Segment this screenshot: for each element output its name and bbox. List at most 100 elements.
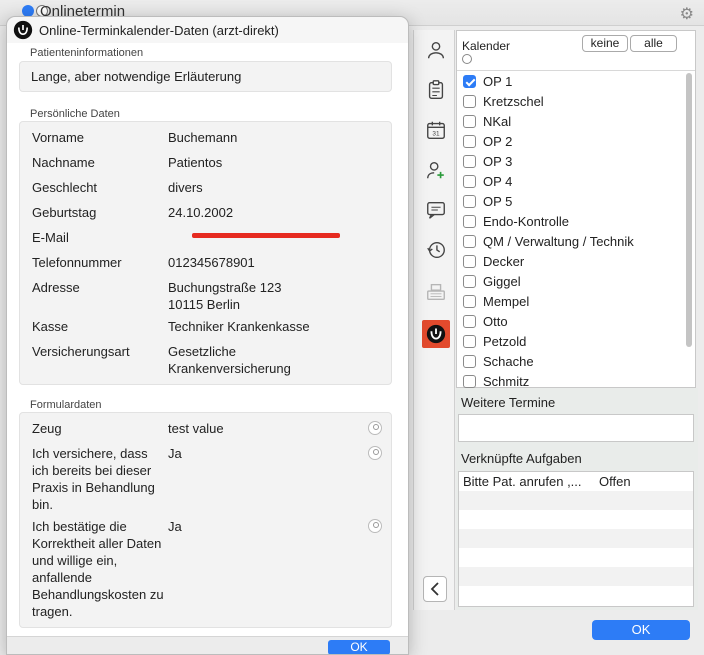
table-row[interactable]: Bitte Pat. anrufen ,... Offen: [459, 472, 693, 491]
form-data-label: Formulardaten: [30, 399, 102, 411]
gear-icon[interactable]: ⚙: [680, 4, 694, 24]
calendar-checkbox[interactable]: [463, 154, 476, 168]
calendar-checkbox[interactable]: [463, 334, 476, 348]
calendar-checkbox[interactable]: [463, 74, 476, 88]
calendar-item[interactable]: Decker: [457, 251, 685, 271]
verknuepfte-aufgaben-table[interactable]: Bitte Pat. anrufen ,... Offen: [458, 471, 694, 607]
calendar-checkbox[interactable]: [463, 214, 476, 228]
calendar-item[interactable]: Mempel: [457, 291, 685, 311]
field-value: Patientos: [168, 154, 348, 171]
calendar-checkbox[interactable]: [463, 114, 476, 128]
field-label: Geburtstag: [32, 205, 97, 220]
calendar-checkbox[interactable]: [463, 314, 476, 328]
calendar-item[interactable]: Petzold: [457, 331, 685, 351]
table-row[interactable]: [459, 491, 693, 510]
dialog-footer: OK: [7, 636, 408, 654]
dialog-body: Patienteninformationen Lange, aber notwe…: [7, 43, 408, 636]
calendar-item[interactable]: OP 2: [457, 131, 685, 151]
calendar-item[interactable]: OP 5: [457, 191, 685, 211]
verknuepfte-aufgaben-label: Verknüpfte Aufgaben: [461, 451, 582, 466]
field-value: Ja: [168, 519, 182, 534]
personal-data-box: Vorname Buchemann Nachname Patientos Geschle…: [19, 121, 392, 385]
field-value: Gesetzliche Krankenversicherung: [168, 343, 348, 377]
field-label-line: Ich bestätige die: [32, 519, 127, 534]
chevron-left-icon: [430, 582, 439, 596]
calendar-checkbox[interactable]: [463, 94, 476, 108]
field-value-line: Buchungstraße 123: [168, 280, 282, 295]
calendar-item-label: OP 5: [483, 193, 513, 209]
field-label-line: anfallende: [32, 570, 92, 585]
field-label: Geschlecht: [32, 180, 98, 195]
calendar-item[interactable]: Otto: [457, 311, 685, 331]
table-row[interactable]: [459, 548, 693, 567]
weitere-termine-list[interactable]: [458, 414, 694, 442]
calendar-checkbox[interactable]: [463, 174, 476, 188]
calendar-checkbox[interactable]: [463, 374, 476, 388]
field-label: Telefonnummer: [32, 255, 122, 270]
calendar-scrollbar[interactable]: [686, 73, 692, 347]
calendar-item[interactable]: QM / Verwaltung / Technik: [457, 231, 685, 251]
calendar-item[interactable]: Giggel: [457, 271, 685, 291]
add-patient-button[interactable]: [422, 156, 450, 184]
arzt-direkt-button[interactable]: [422, 320, 450, 348]
field-label-line: Ich versichere, dass: [32, 446, 148, 461]
svg-text:31: 31: [432, 131, 440, 138]
field-label: Kasse: [32, 319, 69, 334]
table-row[interactable]: [459, 567, 693, 586]
calendar-item[interactable]: Schache: [457, 351, 685, 371]
field-label: Zeug: [32, 421, 62, 436]
select-all-button[interactable]: alle: [630, 35, 677, 52]
history-icon: [427, 241, 445, 259]
dialog-ok-button[interactable]: OK: [328, 640, 390, 654]
table-row[interactable]: [459, 529, 693, 548]
clipboard-icon: [428, 80, 444, 99]
cash-register-button[interactable]: [422, 278, 450, 306]
collapse-button[interactable]: [423, 576, 447, 602]
calendar-item[interactable]: NKal: [457, 111, 685, 131]
calendar-item-label: Schache: [483, 353, 534, 369]
message-button[interactable]: [422, 196, 450, 224]
calendar-item[interactable]: OP 3: [457, 151, 685, 171]
field-value: Buchungstraße 123 10115 Berlin: [168, 279, 348, 313]
field-value-line: 24.10.2002: [168, 205, 234, 220]
field-label-line: ich bereits bei dieser: [32, 463, 152, 478]
person-add-icon: [427, 161, 444, 179]
calendar-checkbox[interactable]: [463, 294, 476, 308]
clipboard-button[interactable]: [422, 76, 450, 104]
history-button[interactable]: [422, 236, 450, 264]
field-label-line: bin.: [32, 497, 53, 512]
table-row[interactable]: [459, 586, 693, 605]
assign-person-icon[interactable]: [368, 446, 382, 460]
patient-info-label: Patienteninformationen: [30, 47, 144, 59]
calendar-checkbox[interactable]: [463, 234, 476, 248]
main-ok-button[interactable]: OK: [592, 620, 690, 640]
calendar-checkbox[interactable]: [463, 354, 476, 368]
calendar-button[interactable]: 31: [422, 116, 450, 144]
calendar-item-label: OP 2: [483, 133, 513, 149]
calendar-checkbox[interactable]: [463, 134, 476, 148]
calendar-item-label: OP 3: [483, 153, 513, 169]
calendar-radio[interactable]: [462, 54, 472, 64]
patient-button[interactable]: [422, 36, 450, 64]
calendar-checkbox[interactable]: [463, 194, 476, 208]
dialog-titlebar: Online-Terminkalender-Daten (arzt-direkt…: [7, 17, 408, 43]
calendar-item[interactable]: Endo-Kontrolle: [457, 211, 685, 231]
field-value-line: Gesetzliche: [168, 344, 236, 359]
field-value-line: Techniker Krankenkasse: [168, 319, 310, 334]
calendar-item-label: Decker: [483, 253, 525, 269]
select-none-button[interactable]: keine: [582, 35, 628, 52]
table-row[interactable]: [459, 510, 693, 529]
arzt-direkt-logo-icon: [426, 324, 446, 344]
calendar-item[interactable]: OP 4: [457, 171, 685, 191]
calendar-item[interactable]: OP 1: [457, 71, 685, 91]
field-label-line: Praxis in Behandlung: [32, 480, 155, 495]
calendar-item-label: OP 1: [483, 73, 513, 89]
calendar-item[interactable]: Kretzschel: [457, 91, 685, 111]
calendar-item-label: Petzold: [483, 333, 527, 349]
personal-data-row: Versicherungsart Gesetzliche Krankenversic…: [32, 343, 382, 379]
assign-person-icon[interactable]: [368, 519, 382, 533]
calendar-item-label: OP 4: [483, 173, 513, 189]
assign-person-icon[interactable]: [368, 421, 382, 435]
calendar-checkbox[interactable]: [463, 274, 476, 288]
calendar-checkbox[interactable]: [463, 254, 476, 268]
